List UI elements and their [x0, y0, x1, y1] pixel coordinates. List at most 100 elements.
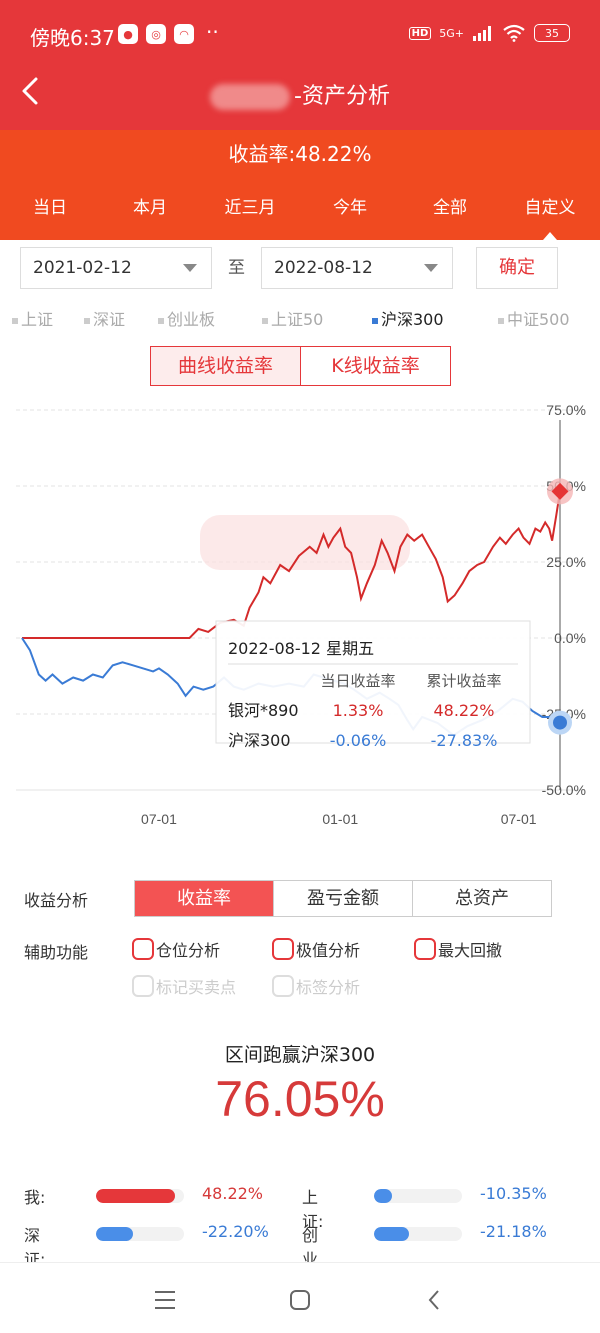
beat-index-label: 区间跑赢沪深300 [224, 1044, 376, 1066]
period-tabs: 当日 本月 近三月 今年 全部 自定义 [0, 178, 600, 240]
back-icon[interactable] [422, 1287, 448, 1313]
date-range-row: 2021-02-12 至 2022-08-12 确定 [20, 247, 580, 289]
aux-checkbox-label: 极值分析 [296, 941, 361, 960]
checkbox-icon [272, 938, 294, 960]
tooltip-date: 2022-08-12 星期五 [228, 639, 374, 658]
index-option[interactable]: 中证500 [498, 306, 570, 330]
home-icon[interactable] [287, 1287, 313, 1313]
tab-4[interactable]: 全部 [400, 178, 500, 240]
analysis-option[interactable]: 收益率 [135, 881, 273, 916]
redacted-account-name [210, 84, 291, 110]
index-option-label: 深证 [93, 310, 126, 329]
y-tick-label: 75.0% [546, 402, 586, 418]
wifi-icon [503, 24, 525, 42]
comparison-value: 48.22% [202, 1184, 264, 1203]
index-option[interactable]: 深证 [84, 306, 125, 330]
checkbox-icon [272, 975, 294, 997]
system-navigation-bar [0, 1262, 600, 1333]
yield-line-chart[interactable]: 75.0%50.0%25.0%0.0%-25.0%-50.0%07-0101-0… [0, 400, 600, 840]
tooltip-col-daily: 当日收益率 [320, 672, 395, 690]
map-app-icon: ● [118, 24, 138, 44]
tab-5[interactable]: 自定义 [500, 178, 600, 240]
status-app-icons: ● ◎ ◠ [118, 24, 194, 44]
index-marker-icon [262, 317, 268, 324]
index-marker-icon [372, 317, 378, 324]
index-option-label: 创业板 [167, 310, 216, 329]
y-tick-label: 25.0% [546, 554, 586, 570]
kline-yield-button[interactable]: K线收益率 [300, 347, 450, 385]
comparison-bar-fill [96, 1189, 176, 1203]
start-date-select[interactable]: 2021-02-12 [20, 247, 212, 289]
tooltip-daily-value: -0.06% [330, 731, 387, 750]
cloud-app-icon: ◠ [174, 24, 194, 44]
index-marker-icon [498, 317, 504, 324]
status-indicators: HD 5G+ 35 [408, 24, 570, 42]
aux-checkbox-label: 标签分析 [296, 978, 361, 997]
chevron-down-icon [424, 264, 438, 272]
index-marker-icon [158, 317, 164, 324]
tab-1[interactable]: 本月 [100, 178, 200, 240]
tab-3[interactable]: 今年 [300, 178, 400, 240]
index-option[interactable]: 创业板 [158, 306, 215, 330]
index-option-label: 上证 [21, 310, 54, 329]
comparison-value: -21.18% [480, 1222, 547, 1241]
analysis-label: 收益分析 [24, 891, 89, 910]
x-tick-label: 07-01 [501, 811, 537, 827]
comparison-bar [374, 1189, 462, 1203]
tab-2[interactable]: 近三月 [200, 178, 300, 240]
aux-checkbox-label: 仓位分析 [156, 941, 221, 960]
checkbox-icon [414, 938, 436, 960]
navigation-bar: -资产分析 [0, 60, 600, 130]
battery-icon: 35 [534, 24, 570, 42]
tooltip-series-name: 沪深300 [228, 731, 291, 750]
aux-checkbox-label: 标记买卖点 [156, 978, 237, 997]
comparison-label: 我: [24, 1188, 46, 1207]
checkbox-icon [132, 975, 154, 997]
signal-icon [473, 26, 491, 41]
status-time: 傍晚6:37 [30, 26, 115, 50]
end-date-select[interactable]: 2022-08-12 [261, 247, 453, 289]
comparison-bar [374, 1227, 462, 1241]
analysis-segment: 收益率 盈亏金额 总资产 [134, 880, 552, 917]
confirm-button[interactable]: 确定 [476, 247, 558, 289]
beat-index-value: 76.05% [215, 1071, 385, 1127]
x-tick-label: 07-01 [141, 811, 177, 827]
index-option-label: 上证50 [271, 310, 324, 329]
y-tick-label: -50.0% [542, 782, 586, 798]
yield-summary: 收益率:48.22% [0, 130, 600, 178]
tooltip-cum-value: 48.22% [433, 701, 494, 720]
aux-checkbox[interactable]: 仓位分析 [132, 937, 220, 961]
index-option[interactable]: 上证 [12, 306, 53, 330]
comparison-bar [96, 1189, 184, 1203]
curve-yield-button[interactable]: 曲线收益率 [151, 347, 300, 385]
index-option[interactable]: 上证50 [262, 306, 323, 330]
tooltip-cum-value: -27.83% [431, 731, 498, 750]
aux-checkbox[interactable]: 最大回撤 [414, 937, 502, 961]
checkbox-icon [132, 938, 154, 960]
more-notifications-icon: ·· [206, 20, 219, 44]
index-option-label: 中证500 [507, 310, 570, 329]
aux-checkbox[interactable]: 极值分析 [272, 937, 360, 961]
comparison-value: -10.35% [480, 1184, 547, 1203]
index-marker-icon [12, 317, 18, 324]
page-title: -资产分析 [0, 78, 600, 110]
aux-checkbox-disabled: 标签分析 [272, 974, 360, 998]
index-marker-icon [84, 317, 90, 324]
comparison-bar-fill [374, 1227, 410, 1241]
comparison-bar-fill [374, 1189, 392, 1203]
tooltip-series-name: 银河*890 [228, 701, 299, 720]
watermark-blur [200, 515, 410, 570]
analysis-option[interactable]: 总资产 [412, 881, 551, 916]
analysis-option[interactable]: 盈亏金额 [273, 881, 412, 916]
chevron-down-icon [183, 264, 197, 272]
index-selector: 上证 深证 创业板 上证50 沪深300 中证500 [0, 306, 600, 330]
chart-mode-toggle: 曲线收益率 K线收益率 [150, 346, 451, 386]
aux-checkbox-label: 最大回撤 [438, 941, 503, 960]
aux-label: 辅助功能 [24, 943, 89, 962]
menu-icon[interactable] [152, 1287, 178, 1313]
comparison-bar-fill [96, 1227, 133, 1241]
tab-0[interactable]: 当日 [0, 178, 100, 240]
index-option[interactable]: 沪深300 [372, 306, 444, 330]
tooltip-daily-value: 1.33% [333, 701, 384, 720]
comparison-bar [96, 1227, 184, 1241]
